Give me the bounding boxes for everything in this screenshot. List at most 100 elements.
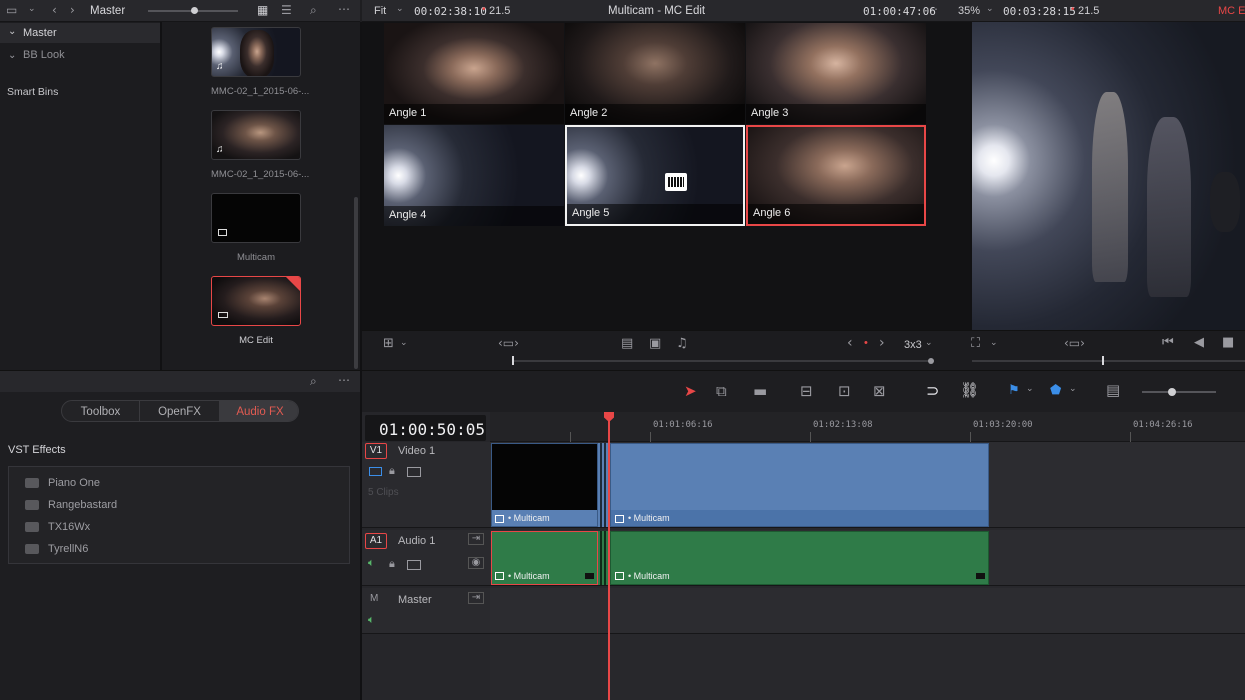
bin-master[interactable]: ⌄ Master	[0, 23, 160, 43]
video-icon[interactable]: ▤	[621, 336, 633, 351]
timeline-scrub-bar[interactable]	[972, 360, 1245, 362]
effect-item[interactable]: Piano One	[25, 473, 100, 493]
media-thumbnail[interactable]: ♫	[211, 27, 301, 77]
timeline-view-options-icon[interactable]: ▤	[1106, 381, 1120, 399]
playhead-line[interactable]	[608, 420, 610, 700]
mc-edit-thumbnail[interactable]	[211, 276, 301, 326]
bin-bb-look[interactable]: BB Look	[23, 49, 65, 61]
tab-toolbox[interactable]: Toolbox	[62, 401, 140, 421]
audio-clip[interactable]: • Multicam	[491, 531, 598, 585]
flag-icon[interactable]: ⚑	[1008, 382, 1020, 398]
search-icon[interactable]: ⌕	[310, 374, 317, 389]
timeline-scrub-playhead[interactable]	[1102, 356, 1104, 365]
link-icon[interactable]: ⛓	[960, 381, 979, 399]
grid-view-icon[interactable]: ▦	[257, 3, 268, 17]
auto-select-icon[interactable]	[407, 560, 421, 570]
scrub-playhead[interactable]	[512, 356, 514, 365]
video-clip[interactable]: • Multicam	[610, 443, 989, 527]
angle-6-cell[interactable]: Angle 6	[746, 125, 926, 226]
more-options-icon[interactable]: ⋯	[338, 2, 350, 16]
tab-openfx[interactable]: OpenFX	[140, 401, 220, 421]
clip-label: • Multicam	[508, 571, 550, 581]
angle-4-cell[interactable]: Angle 4	[384, 125, 564, 226]
track-options-icon[interactable]: ⇥	[468, 533, 484, 545]
track-id-a1[interactable]: A1	[365, 533, 387, 549]
chevron-down-icon[interactable]: ⌄	[1069, 384, 1077, 394]
list-view-icon[interactable]: ☰	[281, 3, 292, 17]
angle-5-cell[interactable]: Angle 5	[565, 125, 745, 226]
lock-icon[interactable]: 🔒︎	[389, 557, 395, 571]
lock-icon[interactable]: 🔒︎	[389, 464, 395, 478]
chevron-down-icon[interactable]: ⌄	[986, 4, 994, 14]
track-id-master[interactable]: M	[370, 593, 378, 604]
forward-arrow-icon[interactable]: ›	[70, 3, 75, 17]
angle-label: Angle 2	[565, 104, 745, 124]
viewer-toolbar: Fit ⌄ 00:02:38:10 • 21.5 Multicam - MC E…	[362, 0, 1245, 22]
previous-angle-icon[interactable]: ‹	[847, 335, 853, 351]
chevron-down-icon[interactable]: ⌄	[28, 4, 36, 14]
scrollbar[interactable]	[354, 197, 358, 369]
trim-tool-icon[interactable]: ⧉	[716, 382, 727, 400]
timeline-ruler[interactable]: 01:01:06:16 01:02:13:08 01:03:20:00 01:0…	[490, 412, 1245, 442]
angle-2-cell[interactable]: Angle 2	[565, 23, 745, 124]
track-video-toggle-icon[interactable]	[369, 467, 382, 476]
scrub-bar[interactable]	[512, 360, 930, 362]
chevron-down-icon[interactable]: ⌄	[1026, 384, 1034, 394]
master-lane	[490, 588, 1245, 634]
more-options-icon[interactable]: ⋯	[338, 373, 350, 387]
grid-size-dropdown[interactable]: 3x3	[904, 339, 922, 351]
video-clip[interactable]: • Multicam	[491, 443, 598, 527]
marker-icon[interactable]: ⬟	[1050, 382, 1061, 398]
effect-item[interactable]: Rangebastard	[25, 495, 117, 515]
tab-audio-fx[interactable]: Audio FX	[220, 401, 298, 421]
audio-clip[interactable]: • Multicam	[610, 531, 989, 585]
media-thumbnail[interactable]: ♫	[211, 110, 301, 160]
zoom-slider[interactable]	[1142, 391, 1216, 393]
fit-dropdown[interactable]: Fit	[374, 5, 386, 17]
multicam-thumbnail[interactable]	[211, 193, 301, 243]
insert-clip-icon[interactable]: ⊟	[800, 382, 813, 400]
snapping-icon[interactable]: ⊃	[926, 381, 939, 401]
effect-item[interactable]: TX16Wx	[25, 517, 90, 537]
chevron-down-icon[interactable]: ⌄	[400, 338, 408, 348]
replace-clip-icon[interactable]: ⊠	[873, 382, 886, 400]
effect-item[interactable]: TyrellN6	[25, 539, 88, 559]
crop-icon[interactable]: ⛶	[971, 336, 980, 351]
chevron-down-icon[interactable]: ⌄	[8, 50, 16, 61]
speaker-icon[interactable]: 🔈︎	[368, 614, 375, 627]
angle-1-cell[interactable]: Angle 1	[384, 23, 564, 124]
track-id-v1[interactable]: V1	[365, 443, 387, 459]
chevron-down-icon[interactable]: ⌄	[990, 338, 998, 348]
search-icon[interactable]: ⌕	[310, 3, 317, 18]
more-options-icon[interactable]: ⋯	[926, 2, 938, 16]
stop-icon[interactable]: ■	[1222, 335, 1234, 350]
chevron-down-icon[interactable]: ⌄	[925, 338, 933, 348]
slider-handle[interactable]	[191, 7, 198, 14]
chevron-down-icon[interactable]: ⌄	[396, 4, 404, 14]
overwrite-clip-icon[interactable]: ⊡	[838, 382, 851, 400]
zoom-dropdown[interactable]: 35%	[958, 5, 980, 17]
selection-tool-icon[interactable]: ➤	[684, 382, 697, 400]
panel-layout-icon[interactable]: ▭	[6, 3, 17, 17]
angle-label: Angle 3	[746, 104, 926, 124]
play-reverse-icon[interactable]: ◀	[1194, 335, 1204, 350]
next-angle-icon[interactable]: ›	[879, 335, 885, 351]
audio-note-icon[interactable]: ♫	[676, 336, 688, 351]
chevron-down-icon[interactable]: ⌄	[8, 26, 16, 37]
auto-select-icon[interactable]	[407, 467, 421, 477]
track-name: Video 1	[398, 445, 436, 457]
angle-3-cell[interactable]: Angle 3	[746, 23, 926, 124]
blade-tool-icon[interactable]: ▬	[753, 382, 767, 400]
track-options-icon[interactable]: ⇥	[468, 592, 484, 604]
plugin-icon	[25, 522, 39, 532]
audio-video-icon[interactable]: ▣	[649, 336, 661, 351]
speaker-icon[interactable]: 🔈︎	[368, 557, 375, 570]
solo-icon[interactable]: ◉	[468, 557, 484, 569]
clip-select-icon[interactable]: ‹▭›	[498, 336, 519, 350]
clip-select-icon[interactable]: ‹▭›	[1064, 336, 1085, 350]
jump-to-start-icon[interactable]: ⏮	[1162, 335, 1174, 350]
back-arrow-icon[interactable]: ‹	[52, 3, 57, 17]
effects-library: Toolbox OpenFX Audio FX VST Effects Pian…	[0, 392, 360, 700]
multicam-layout-icon[interactable]: ⊞	[383, 336, 394, 351]
zoom-slider-handle[interactable]	[1168, 388, 1176, 396]
